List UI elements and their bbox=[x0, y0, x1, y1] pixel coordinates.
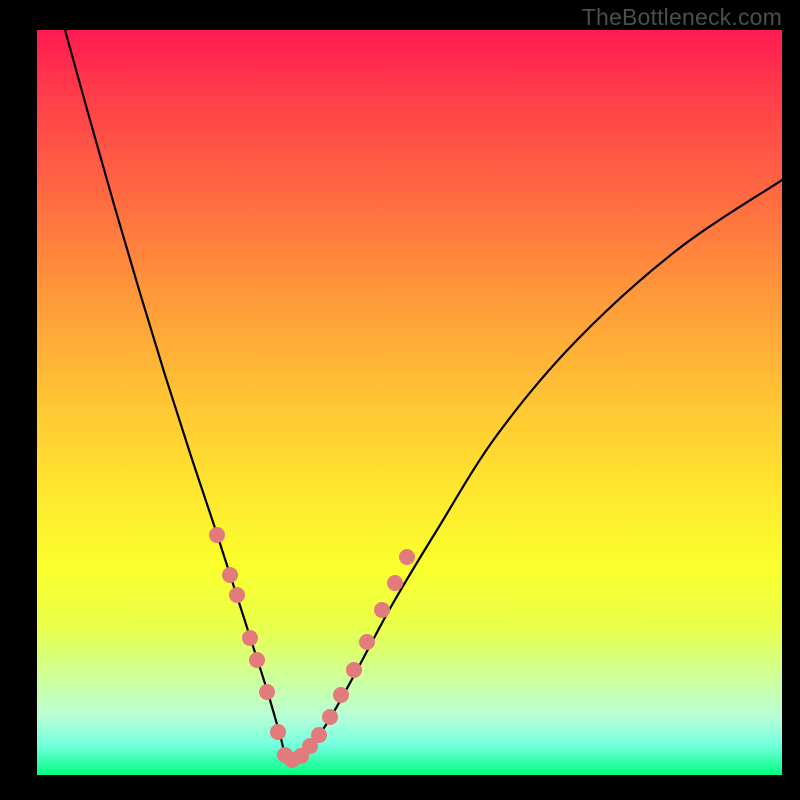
bottleneck-curve bbox=[65, 30, 782, 763]
pink-dot bbox=[311, 727, 327, 743]
pink-dot bbox=[359, 634, 375, 650]
watermark-text: TheBottleneck.com bbox=[582, 4, 782, 31]
pink-dot bbox=[399, 549, 415, 565]
pink-dot bbox=[242, 630, 258, 646]
pink-dot bbox=[209, 527, 225, 543]
pink-dot bbox=[229, 587, 245, 603]
chart-frame: TheBottleneck.com bbox=[0, 0, 800, 800]
pink-dots-group bbox=[209, 527, 415, 768]
pink-dot bbox=[333, 687, 349, 703]
plot-area bbox=[37, 30, 782, 775]
pink-dot bbox=[270, 724, 286, 740]
pink-dot bbox=[322, 709, 338, 725]
pink-dot bbox=[259, 684, 275, 700]
pink-dot bbox=[222, 567, 238, 583]
pink-dot bbox=[346, 662, 362, 678]
pink-dot bbox=[249, 652, 265, 668]
pink-dot bbox=[374, 602, 390, 618]
curve-layer bbox=[37, 30, 782, 775]
pink-dot bbox=[387, 575, 403, 591]
